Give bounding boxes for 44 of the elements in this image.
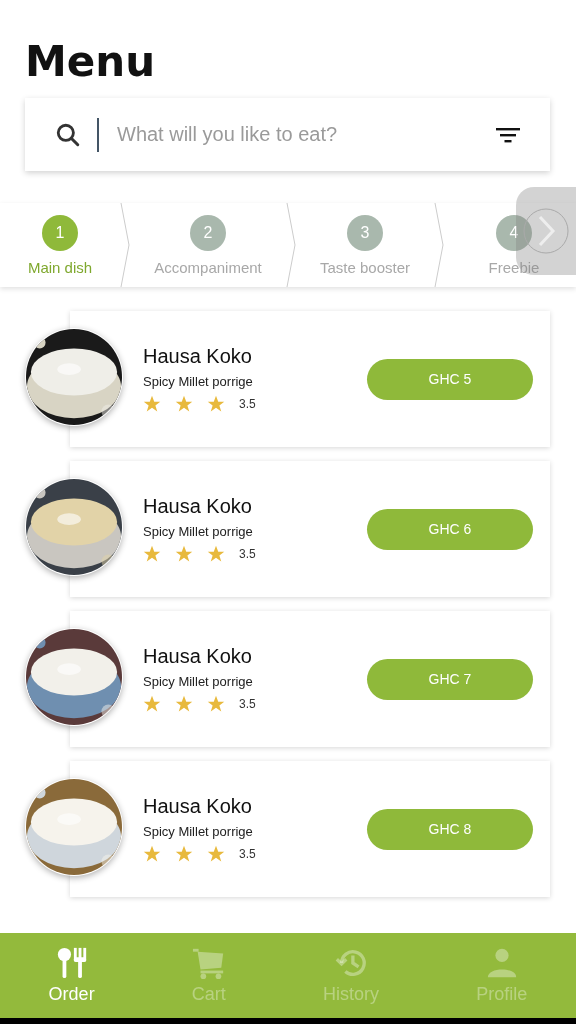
dish-name: Hausa Koko xyxy=(143,345,253,368)
star-icon xyxy=(175,395,193,413)
star-icon xyxy=(175,695,193,713)
dish-name: Hausa Koko xyxy=(143,645,253,668)
price-button[interactable]: GHC 7 xyxy=(367,658,533,700)
price-button[interactable]: GHC 6 xyxy=(367,508,533,550)
rating-value: 3.5 xyxy=(239,847,256,861)
dish-description: Spicy Millet porrige xyxy=(143,674,254,689)
search-icon xyxy=(55,121,81,148)
price-button[interactable]: GHC 5 xyxy=(367,358,533,400)
star-icon xyxy=(207,395,225,413)
price-button[interactable]: GHC 8 xyxy=(367,808,533,850)
star-icon xyxy=(207,845,225,863)
step-tab[interactable]: 4 Freebie xyxy=(444,203,576,287)
nav-tab[interactable]: History xyxy=(313,942,390,1009)
nav-tab[interactable]: Profile xyxy=(466,942,538,1009)
rating-value: 3.5 xyxy=(239,397,256,411)
star-icon xyxy=(143,395,161,413)
menu-card[interactable]: Hausa Koko Spicy Millet porrige 3.5 GHC 6 xyxy=(70,461,550,597)
star-icon xyxy=(175,545,193,563)
star-icon xyxy=(143,695,161,713)
dish-name: Hausa Koko xyxy=(143,495,253,518)
cart-icon xyxy=(191,946,226,980)
dish-description: Spicy Millet porrige xyxy=(143,824,254,839)
star-icon xyxy=(143,545,161,563)
rating-value: 3.5 xyxy=(239,547,256,561)
step-tab[interactable]: 2 Accompaniment xyxy=(130,203,286,287)
page-title: Menu xyxy=(25,36,157,88)
filter-icon[interactable] xyxy=(496,126,520,143)
nav-tab[interactable]: Cart xyxy=(181,942,236,1009)
nav-tab[interactable]: Order xyxy=(38,942,105,1009)
step-tab[interactable]: 3 Taste booster xyxy=(296,203,434,287)
dish-name: Hausa Koko xyxy=(143,795,253,818)
star-icon xyxy=(207,545,225,563)
step-tab[interactable]: 1 Main dish xyxy=(0,203,120,287)
menu-card[interactable]: Hausa Koko Spicy Millet porrige 3.5 GHC 8 xyxy=(70,761,550,897)
star-icon xyxy=(143,845,161,863)
dish-description: Spicy Millet porrige xyxy=(143,374,254,389)
star-icon xyxy=(175,845,193,863)
dish-description: Spicy Millet porrige xyxy=(143,524,254,539)
menu-card[interactable]: Hausa Koko Spicy Millet porrige 3.5 GHC 7 xyxy=(70,611,550,747)
menu-card[interactable]: Hausa Koko Spicy Millet porrige 3.5 GHC 5 xyxy=(70,311,550,447)
rating-value: 3.5 xyxy=(239,697,256,711)
star-icon xyxy=(207,695,225,713)
